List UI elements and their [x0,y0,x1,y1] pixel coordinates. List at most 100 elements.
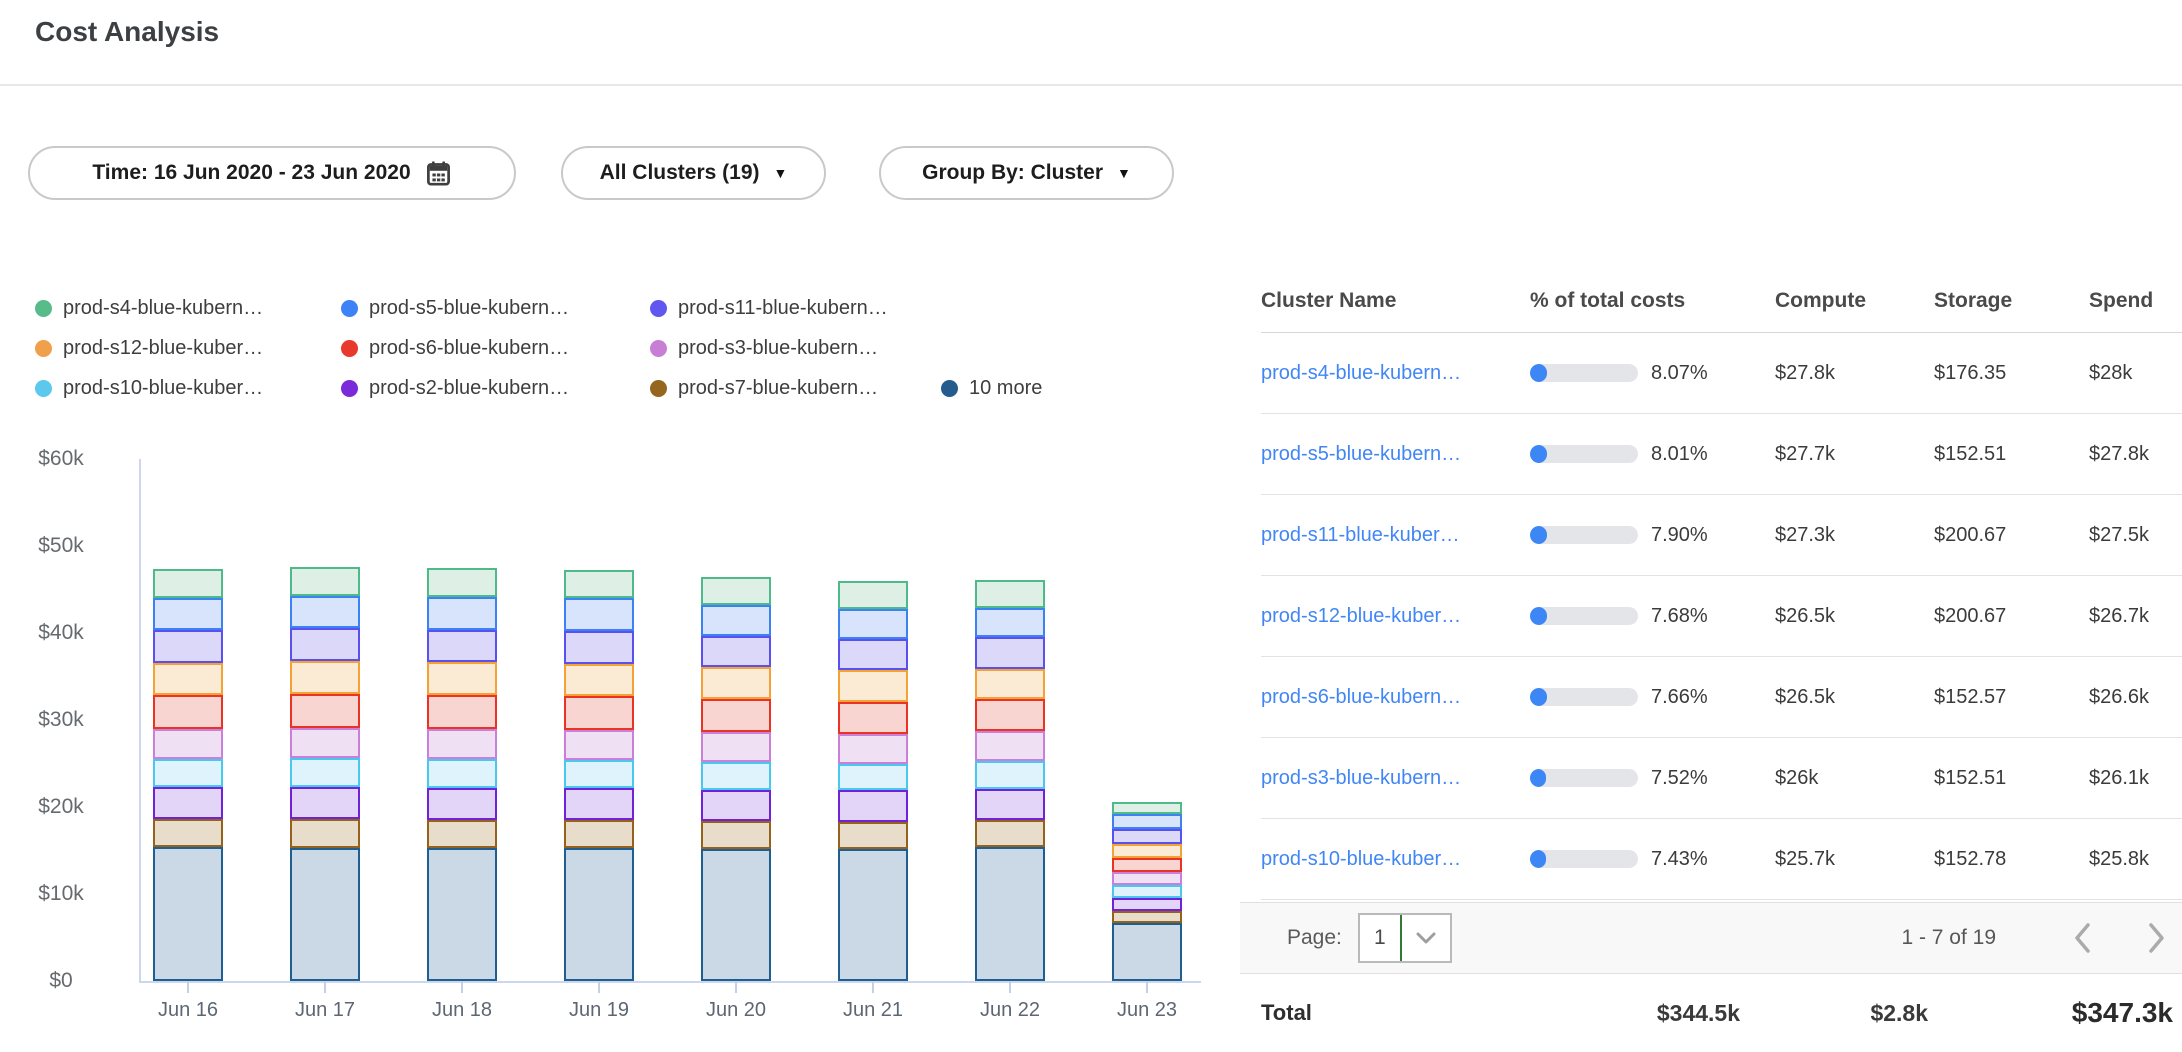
cluster-name-link[interactable]: prod-s4-blue-kubern… [1261,362,1530,385]
legend-item[interactable]: prod-s6-blue-kubern… [341,337,650,360]
bar-jun-22[interactable] [975,580,1045,981]
bar-segment[interactable] [564,570,634,599]
bar-segment[interactable] [838,764,908,791]
bar-segment[interactable] [564,696,634,730]
bar-segment[interactable] [564,760,634,788]
bar-segment[interactable] [701,605,771,635]
bar-segment[interactable] [1112,802,1182,814]
legend-item[interactable]: prod-s2-blue-kubern… [341,377,650,400]
bar-segment[interactable] [427,788,497,820]
bar-segment[interactable] [153,847,223,981]
bar-segment[interactable] [975,580,1045,608]
bar-segment[interactable] [975,669,1045,699]
bar-segment[interactable] [564,598,634,631]
bar-segment[interactable] [290,661,360,694]
bar-segment[interactable] [838,581,908,609]
bar-segment[interactable] [1112,923,1182,981]
bar-segment[interactable] [153,569,223,599]
bar-segment[interactable] [701,699,771,732]
bar-segment[interactable] [838,822,908,849]
bar-segment[interactable] [838,670,908,701]
bar-jun-18[interactable] [427,568,497,981]
legend-item[interactable]: prod-s3-blue-kubern… [650,337,941,360]
legend-item[interactable]: prod-s10-blue-kuber… [35,377,341,400]
bar-segment[interactable] [427,759,497,788]
bar-segment[interactable] [975,699,1045,731]
bar-jun-21[interactable] [838,581,908,981]
bar-segment[interactable] [153,630,223,662]
bar-segment[interactable] [701,790,771,821]
bar-segment[interactable] [427,820,497,848]
bar-segment[interactable] [975,789,1045,820]
bar-segment[interactable] [564,848,634,981]
bar-segment[interactable] [838,849,908,981]
legend-item[interactable]: 10 more [941,377,1042,400]
bar-segment[interactable] [427,568,497,598]
bar-segment[interactable] [427,695,497,729]
bar-segment[interactable] [975,731,1045,761]
bar-segment[interactable] [427,848,497,981]
bar-segment[interactable] [290,848,360,981]
legend-item[interactable]: prod-s7-blue-kubern… [650,377,941,400]
legend-item[interactable]: prod-s11-blue-kubern… [650,297,941,320]
bar-segment[interactable] [975,761,1045,789]
legend-item[interactable]: prod-s4-blue-kubern… [35,297,341,320]
cluster-name-link[interactable]: prod-s3-blue-kubern… [1261,767,1530,790]
bar-segment[interactable] [975,820,1045,847]
bar-segment[interactable] [564,664,634,696]
bar-segment[interactable] [1112,898,1182,911]
bar-segment[interactable] [153,695,223,729]
bar-segment[interactable] [975,637,1045,668]
bar-segment[interactable] [290,758,360,787]
bar-segment[interactable] [701,732,771,762]
bar-segment[interactable] [838,639,908,670]
bar-jun-17[interactable] [290,567,360,981]
bar-segment[interactable] [701,667,771,699]
bar-segment[interactable] [427,662,497,695]
bar-segment[interactable] [838,734,908,764]
bar-segment[interactable] [701,762,771,790]
bar-segment[interactable] [838,790,908,821]
bar-segment[interactable] [564,820,634,848]
cluster-name-link[interactable]: prod-s6-blue-kubern… [1261,686,1530,709]
bar-segment[interactable] [290,596,360,628]
bar-segment[interactable] [1112,829,1182,844]
cluster-name-link[interactable]: prod-s10-blue-kuber… [1261,848,1530,871]
bar-jun-23[interactable] [1112,802,1182,981]
cluster-name-link[interactable]: prod-s12-blue-kuber… [1261,605,1530,628]
cluster-name-link[interactable]: prod-s5-blue-kubern… [1261,443,1530,466]
bar-segment[interactable] [153,819,223,847]
bar-segment[interactable] [1112,814,1182,829]
previous-page-button[interactable] [2071,921,2093,955]
bar-segment[interactable] [701,636,771,667]
bar-segment[interactable] [290,728,360,758]
legend-item[interactable]: prod-s5-blue-kubern… [341,297,650,320]
bar-segment[interactable] [427,630,497,662]
bar-segment[interactable] [153,729,223,759]
bar-segment[interactable] [1112,844,1182,858]
bar-segment[interactable] [1112,885,1182,897]
bar-segment[interactable] [153,759,223,787]
bar-segment[interactable] [290,567,360,596]
bar-jun-16[interactable] [153,569,223,981]
bar-segment[interactable] [290,694,360,728]
bar-segment[interactable] [975,608,1045,638]
bar-segment[interactable] [1112,911,1182,923]
bar-segment[interactable] [1112,858,1182,873]
next-page-button[interactable] [2146,921,2168,955]
group-by-dropdown[interactable]: Group By: Cluster ▼ [879,146,1174,200]
bar-segment[interactable] [701,849,771,981]
bar-segment[interactable] [564,631,634,663]
bar-segment[interactable] [153,598,223,630]
bar-segment[interactable] [701,577,771,606]
cluster-name-link[interactable]: prod-s11-blue-kuber… [1261,524,1530,547]
bar-segment[interactable] [975,847,1045,981]
bar-segment[interactable] [290,819,360,848]
page-select[interactable]: 1 [1358,913,1452,963]
time-range-button[interactable]: Time: 16 Jun 2020 - 23 Jun 2020 [28,146,516,200]
bar-segment[interactable] [838,702,908,734]
bar-jun-20[interactable] [701,577,771,981]
bar-segment[interactable] [427,729,497,759]
bar-segment[interactable] [153,787,223,819]
bar-segment[interactable] [564,730,634,760]
